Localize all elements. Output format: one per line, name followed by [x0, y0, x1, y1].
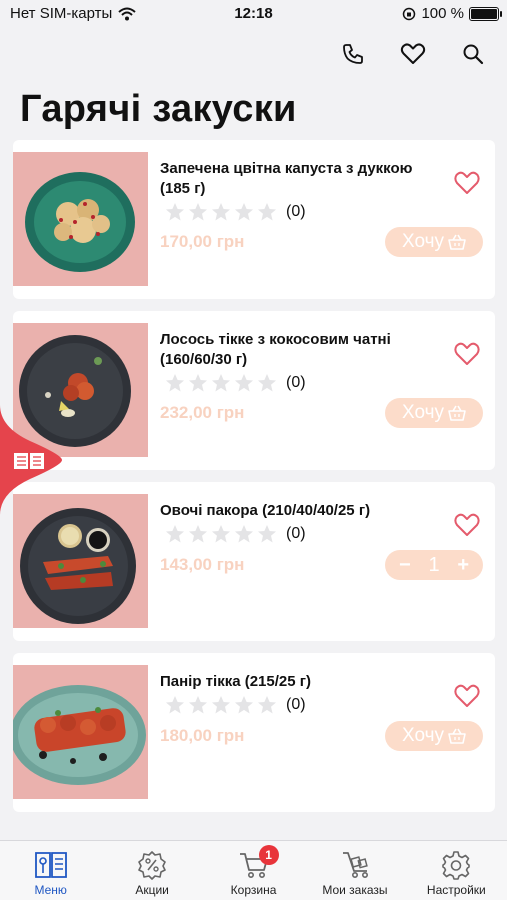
star-icon [166, 374, 184, 392]
product-price: 170,00 грн [160, 232, 245, 251]
tab-cart[interactable]: 1 Корзина [203, 841, 304, 900]
tab-label: Меню [34, 883, 67, 897]
tab-label: Настройки [426, 883, 486, 897]
star-icon [166, 696, 184, 714]
basket-icon [448, 405, 466, 421]
product-card[interactable]: Овочі пакора (210/40/40/25 г) (0) 143,00… [13, 482, 495, 641]
want-button[interactable]: Хочу [385, 721, 483, 751]
status-bar: Нет SIM-карты 12:18 100 % [0, 0, 507, 28]
rating: (0) [165, 202, 306, 222]
battery-icon [469, 6, 502, 21]
star-icon [235, 696, 253, 714]
want-button-label: Хочу [401, 725, 444, 746]
want-button-label: Хочу [401, 402, 444, 423]
favorites-button[interactable] [397, 38, 429, 70]
star-icon [235, 374, 253, 392]
tab-promotions[interactable]: Акции [101, 841, 202, 900]
gear-icon [442, 851, 471, 880]
discount-icon [138, 851, 166, 880]
quantity-value: 1 [428, 553, 440, 576]
side-menu-tab[interactable] [0, 405, 62, 515]
product-list: Запечена цвітна капуста з дуккою (185 г)… [13, 140, 495, 824]
star-icon [189, 203, 207, 221]
tab-settings[interactable]: Настройки [406, 841, 507, 900]
want-button[interactable]: Хочу [385, 398, 483, 428]
decrease-button[interactable]: − [399, 554, 411, 577]
star-icon [235, 525, 253, 543]
review-count: (0) [286, 525, 306, 542]
battery-percent: 100 % [421, 5, 464, 22]
rotation-lock-icon [403, 7, 416, 20]
star-icon [212, 203, 230, 221]
star-icon [189, 374, 207, 392]
rating: (0) [165, 524, 306, 544]
page-title: Гарячі закуски [20, 88, 297, 130]
rating: (0) [165, 373, 306, 393]
star-icon [258, 696, 276, 714]
star-icon [235, 203, 253, 221]
phone-button[interactable] [337, 38, 369, 70]
favorite-heart-icon[interactable] [453, 341, 481, 367]
want-button-label: Хочу [401, 231, 444, 252]
star-icon [258, 203, 276, 221]
product-photo [13, 152, 148, 286]
product-card[interactable]: Лосось тікке з кокосовим чатні (160/60/3… [13, 311, 495, 470]
star-icon [258, 374, 276, 392]
review-count: (0) [286, 203, 306, 220]
star-icon [189, 525, 207, 543]
tab-bar: Меню Акции 1 Корзина Мои заказы Настройк… [0, 840, 507, 900]
phone-icon [343, 44, 363, 64]
product-photo [13, 665, 148, 799]
rating: (0) [165, 695, 306, 715]
product-price: 180,00 грн [160, 726, 245, 745]
star-icon [258, 525, 276, 543]
heart-icon [400, 43, 426, 64]
star-icon [212, 696, 230, 714]
basket-icon [448, 728, 466, 744]
product-card[interactable]: Панір тікка (215/25 г) (0) 180,00 грн Хо… [13, 653, 495, 812]
product-name: Овочі пакора (210/40/40/25 г) [160, 502, 371, 519]
increase-button[interactable]: + [457, 554, 469, 577]
orders-cart-icon [342, 852, 368, 878]
star-icon [212, 525, 230, 543]
product-price: 232,00 грн [160, 403, 245, 422]
want-button[interactable]: Хочу [385, 227, 483, 257]
favorite-heart-icon[interactable] [453, 170, 481, 196]
product-price: 143,00 грн [160, 555, 245, 574]
header-actions [337, 38, 489, 70]
review-count: (0) [286, 696, 306, 713]
menu-book-icon [34, 852, 67, 878]
star-icon [166, 525, 184, 543]
search-button[interactable] [457, 38, 489, 70]
review-count: (0) [286, 374, 306, 391]
tab-label: Акции [135, 883, 169, 897]
star-icon [189, 696, 207, 714]
cart-badge: 1 [258, 845, 279, 865]
tab-my-orders[interactable]: Мои заказы [304, 841, 405, 900]
search-icon [463, 44, 484, 65]
product-name: Запечена цвітна капуста з дуккою (185 г) [160, 160, 413, 197]
basket-icon [448, 234, 466, 250]
favorite-heart-icon[interactable] [453, 683, 481, 709]
tab-label: Корзина [230, 883, 277, 897]
star-icon [212, 374, 230, 392]
product-name: Панір тікка (215/25 г) [160, 673, 312, 690]
star-icon [166, 203, 184, 221]
product-name: Лосось тікке з кокосовим чатні (160/60/3… [160, 331, 391, 368]
tab-menu[interactable]: Меню [0, 841, 101, 900]
tab-label: Мои заказы [322, 883, 388, 897]
product-card[interactable]: Запечена цвітна капуста з дуккою (185 г)… [13, 140, 495, 299]
quantity-stepper[interactable]: − 1 + [385, 550, 483, 580]
favorite-heart-icon[interactable] [453, 512, 481, 538]
